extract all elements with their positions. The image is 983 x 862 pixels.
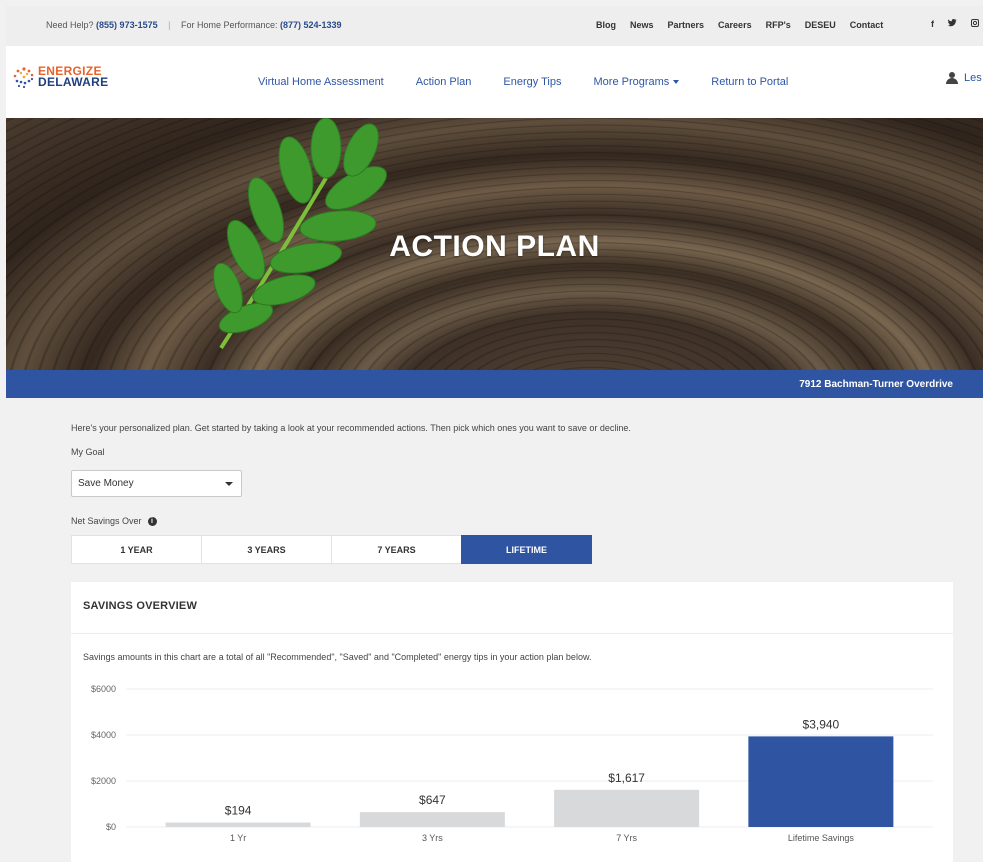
partners-link[interactable]: Partners [668,20,705,30]
tab-1-year[interactable]: 1 YEAR [71,535,202,564]
tab-lifetime[interactable]: LIFETIME [461,535,592,564]
savings-period-tabs: 1 YEAR 3 YEARS 7 YEARS LIFETIME [71,535,592,564]
savings-overview-card: SAVINGS OVERVIEW Savings amounts in this… [71,582,953,862]
bar [748,736,894,827]
bar-value-label: $647 [419,793,446,807]
goal-label: My Goal [71,447,105,457]
facebook-icon[interactable]: f [931,19,934,29]
bar [165,822,311,827]
goal-select[interactable]: Save Money [71,470,242,497]
nav-more-programs[interactable]: More Programs [594,76,680,88]
divider: | [168,20,171,30]
main-navigation: ENERGIZE DELAWARE Virtual Home Assessmen… [6,46,983,118]
help-contact: Need Help? (855) 973-1575 | For Home Per… [46,20,342,30]
utility-links: Blog News Partners Careers RFP's DESEU C… [596,20,883,30]
bar [359,812,505,827]
utility-bar: Need Help? (855) 973-1575 | For Home Per… [6,6,983,46]
home-performance-label: For Home Performance: [180,20,278,30]
twitter-icon[interactable] [947,19,957,29]
y-tick-label: $4000 [91,730,116,740]
bar-value-label: $194 [225,804,252,818]
user-name: Les [964,72,982,84]
home-performance-phone-link[interactable]: (877) 524-1339 [280,20,342,30]
divider [71,633,953,634]
nav-more-programs-label: More Programs [593,76,670,88]
y-tick-label: $2000 [91,776,116,786]
x-tick-label: 7 Yrs [616,833,637,843]
y-tick-label: $0 [106,822,116,832]
nav-virtual-home-assessment[interactable]: Virtual Home Assessment [258,76,384,88]
help-label: Need Help? [46,20,94,30]
net-savings-text: Net Savings Over [71,516,142,526]
blog-link[interactable]: Blog [596,20,616,30]
deseu-link[interactable]: DESEU [805,20,836,30]
instagram-icon[interactable] [971,19,979,29]
help-phone-link[interactable]: (855) 973-1575 [96,20,158,30]
hero-banner: ACTION PLAN [6,118,983,370]
savings-overview-title: SAVINGS OVERVIEW [83,600,198,612]
energize-delaware-logo[interactable]: ENERGIZE DELAWARE [12,65,109,89]
news-link[interactable]: News [630,20,654,30]
rfps-link[interactable]: RFP's [766,20,791,30]
contact-link[interactable]: Contact [850,20,884,30]
tab-3-years[interactable]: 3 YEARS [201,535,332,564]
tab-7-years[interactable]: 7 YEARS [331,535,462,564]
bar-value-label: $1,617 [608,771,645,785]
brand-wordmark: ENERGIZE DELAWARE [38,65,109,89]
page-title: ACTION PLAN [389,230,600,263]
user-menu[interactable]: Les [946,72,982,84]
chevron-down-icon [225,482,233,486]
nav-energy-tips[interactable]: Energy Tips [503,76,561,88]
caret-down-icon [673,80,680,85]
primary-nav: Virtual Home Assessment Action Plan Ener… [258,76,820,88]
x-tick-label: Lifetime Savings [788,833,855,843]
brand-line-2: DELAWARE [38,75,109,89]
x-tick-label: 1 Yr [230,833,246,843]
sunburst-logo-icon [12,66,34,89]
address-bar: 7912 Bachman-Turner Overdrive [6,370,983,398]
careers-link[interactable]: Careers [718,20,752,30]
bar [554,789,700,827]
x-tick-label: 3 Yrs [422,833,443,843]
property-address: 7912 Bachman-Turner Overdrive [799,379,953,390]
user-icon [946,72,958,84]
goal-selected-value: Save Money [78,478,134,489]
net-savings-label: Net Savings Over i [71,516,157,526]
nav-return-to-portal[interactable]: Return to Portal [711,76,788,88]
y-tick-label: $6000 [91,684,116,694]
social-links: f [931,19,979,29]
info-icon[interactable]: i [147,516,157,526]
nav-action-plan[interactable]: Action Plan [416,76,472,88]
savings-overview-note: Savings amounts in this chart are a tota… [83,652,592,662]
savings-bar-chart: $0 $2000 $4000 $6000 $194 1 Yr $647 3 Yrs $1,617… [91,684,933,843]
bar-value-label: $3,940 [803,717,840,731]
intro-text: Here's your personalized plan. Get start… [71,423,631,433]
